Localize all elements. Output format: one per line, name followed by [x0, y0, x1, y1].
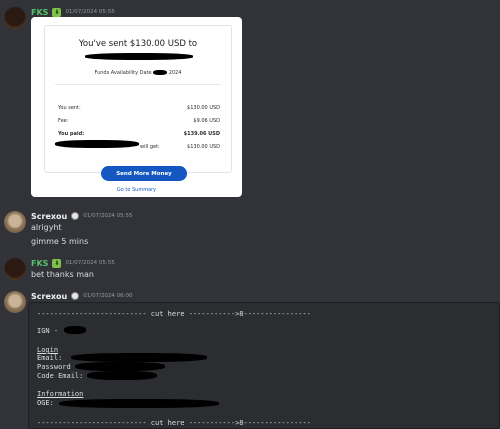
username-fks[interactable]: FKS: [31, 8, 48, 17]
send-more-money-button[interactable]: Send More Money: [101, 166, 187, 181]
receipt-panel: You've sent $130.00 USD to Funds Availab…: [44, 25, 232, 173]
message-header: Screxou 01/07/2024 06:00: [31, 290, 133, 302]
username-fks[interactable]: FKS: [31, 259, 48, 268]
avatar-screxou[interactable]: [4, 291, 26, 313]
row-sent: You sent: $130.00 USD: [58, 105, 220, 111]
email-label: Email:: [37, 354, 63, 362]
redaction-mark: [87, 371, 157, 380]
divider: [55, 84, 221, 85]
username-screxou[interactable]: Screxou: [31, 292, 67, 301]
shield-badge-icon: [71, 212, 80, 220]
download-badge-icon: ⬇: [52, 258, 62, 268]
oge-label: OGE:: [37, 399, 54, 407]
avatar-fks[interactable]: [4, 258, 26, 280]
redaction-mark: [59, 399, 219, 408]
code-email-label: Code Email:: [37, 372, 84, 380]
timestamp: 01/07/2024 05:55: [65, 260, 115, 266]
ign-label: IGN -: [37, 327, 59, 335]
message-text: gimme 5 mins: [31, 237, 89, 246]
avatar-fks[interactable]: [4, 7, 26, 29]
availability-date: Funds Availability Date 2024: [94, 70, 182, 76]
redaction-mark: [85, 53, 193, 60]
message-text: alrigyht: [31, 223, 62, 232]
message-header: Screxou 01/07/2024 05:55: [31, 210, 133, 222]
redaction-mark: [71, 353, 207, 362]
code-block[interactable]: -------------------------- cut here ----…: [28, 302, 500, 429]
timestamp: 01/07/2024 05:55: [83, 213, 133, 219]
avatar-screxou[interactable]: [4, 211, 26, 233]
redaction-mark: [64, 326, 86, 334]
go-to-summary-link[interactable]: Go to Summary: [31, 187, 242, 193]
cut-line: -------------------------- cut here ----…: [37, 419, 311, 427]
message-header: FKS ⬇ 01/07/2024 05:55: [31, 257, 115, 269]
download-badge-icon: ⬇: [52, 7, 62, 17]
password-label: Password: [37, 363, 71, 371]
row-fee: Fee: $9.06 USD: [58, 118, 220, 124]
message-text: bet thanks man: [31, 270, 94, 279]
timestamp: 01/07/2024 06:00: [83, 293, 133, 299]
timestamp: 01/07/2024 05:55: [65, 9, 115, 15]
cut-line: -------------------------- cut here ----…: [37, 310, 311, 318]
shield-badge-icon: [71, 292, 80, 300]
payment-receipt-image[interactable]: You've sent $130.00 USD to Funds Availab…: [31, 17, 242, 197]
login-heading: Login: [37, 346, 59, 354]
receipt-title: You've sent $130.00 USD to: [78, 39, 198, 49]
information-heading: Information: [37, 390, 84, 398]
username-screxou[interactable]: Screxou: [31, 212, 67, 221]
row-recipient-gets: will get: $130.00 USD: [140, 144, 220, 150]
row-paid: You paid: $139.06 USD: [58, 131, 220, 137]
redaction-mark: [75, 362, 165, 371]
